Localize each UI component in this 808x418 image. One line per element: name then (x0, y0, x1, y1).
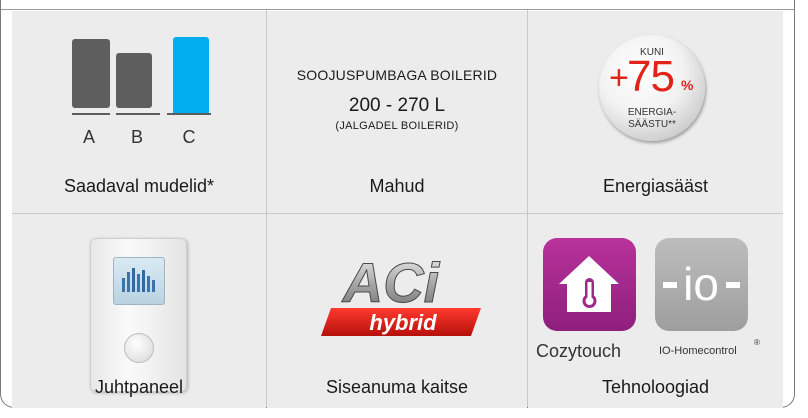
model-letter-c: C (182, 127, 196, 147)
model-c-underline (167, 113, 211, 115)
io-registered-mark: ® (754, 338, 760, 347)
model-letter-b: B (130, 127, 143, 147)
model-a-underline (72, 113, 110, 115)
energy-saving-badge: KUNI + 75 % ENERGIA- SÄÄSTU** (599, 35, 705, 141)
model-a-bar (72, 39, 110, 108)
volume-heading: SOOJUSPUMBAGA BOILERID (296, 67, 498, 83)
model-b-underline (116, 113, 160, 115)
panel-caption: Juhtpaneel (94, 377, 184, 397)
cozytouch-label: Cozytouch (536, 341, 622, 361)
home-thermometer-icon (559, 256, 619, 312)
volume-range: 200 - 270 L (348, 95, 446, 116)
models-caption: Saadaval mudelid* (63, 176, 215, 196)
panel-display-icon (122, 268, 155, 292)
badge-value: 75 (627, 52, 675, 101)
badge-unit: % (681, 77, 694, 93)
protection-caption: Siseanuma kaitse (325, 377, 469, 397)
energy-caption: Energiasääst (602, 176, 709, 196)
cell-protection: ACi hybrid Siseanuma kaitse (267, 214, 527, 408)
panel-knob (124, 333, 154, 363)
model-c-bar (173, 37, 209, 115)
technology-caption: Tehnoloogiad (601, 377, 710, 397)
cell-energy: KUNI + 75 % ENERGIA- SÄÄSTU** Energiasää… (528, 11, 783, 213)
control-panel-image (90, 238, 187, 392)
divider-horizontal (12, 213, 783, 214)
top-border (1, 0, 794, 10)
model-letter-a: A (82, 127, 95, 147)
divider-vertical-1 (266, 10, 267, 407)
aci-logo-main: ACi (341, 251, 441, 314)
cell-volume: SOOJUSPUMBAGA BOILERID 200 - 270 L (JALG… (267, 11, 527, 213)
volume-caption: Mahud (369, 176, 425, 196)
badge-line1: ENERGIA- (627, 107, 677, 118)
panel-screen (113, 257, 165, 305)
cell-panel: Juhtpaneel (12, 214, 266, 408)
cell-technology: io Cozytouch IO-Homecontrol ® Tehnoloogi… (528, 214, 783, 408)
badge-plus: + (609, 59, 629, 97)
divider-vertical-2 (527, 10, 528, 407)
model-b-bar (116, 53, 152, 108)
aci-hybrid-logo: ACi hybrid (321, 251, 481, 336)
volume-note: (JALGADEL BOILERID) (335, 120, 459, 132)
cozytouch-logo (543, 238, 636, 331)
aci-logo-sub: hybrid (369, 310, 437, 335)
io-homecontrol-label: IO-Homecontrol (659, 345, 737, 357)
cell-models: A B C Saadaval mudelid* (12, 11, 266, 213)
io-logo-icon: io (663, 258, 740, 310)
badge-line2: SÄÄSTU** (628, 119, 676, 130)
io-logo-text: io (683, 258, 719, 310)
io-homecontrol-logo: io (655, 238, 748, 331)
